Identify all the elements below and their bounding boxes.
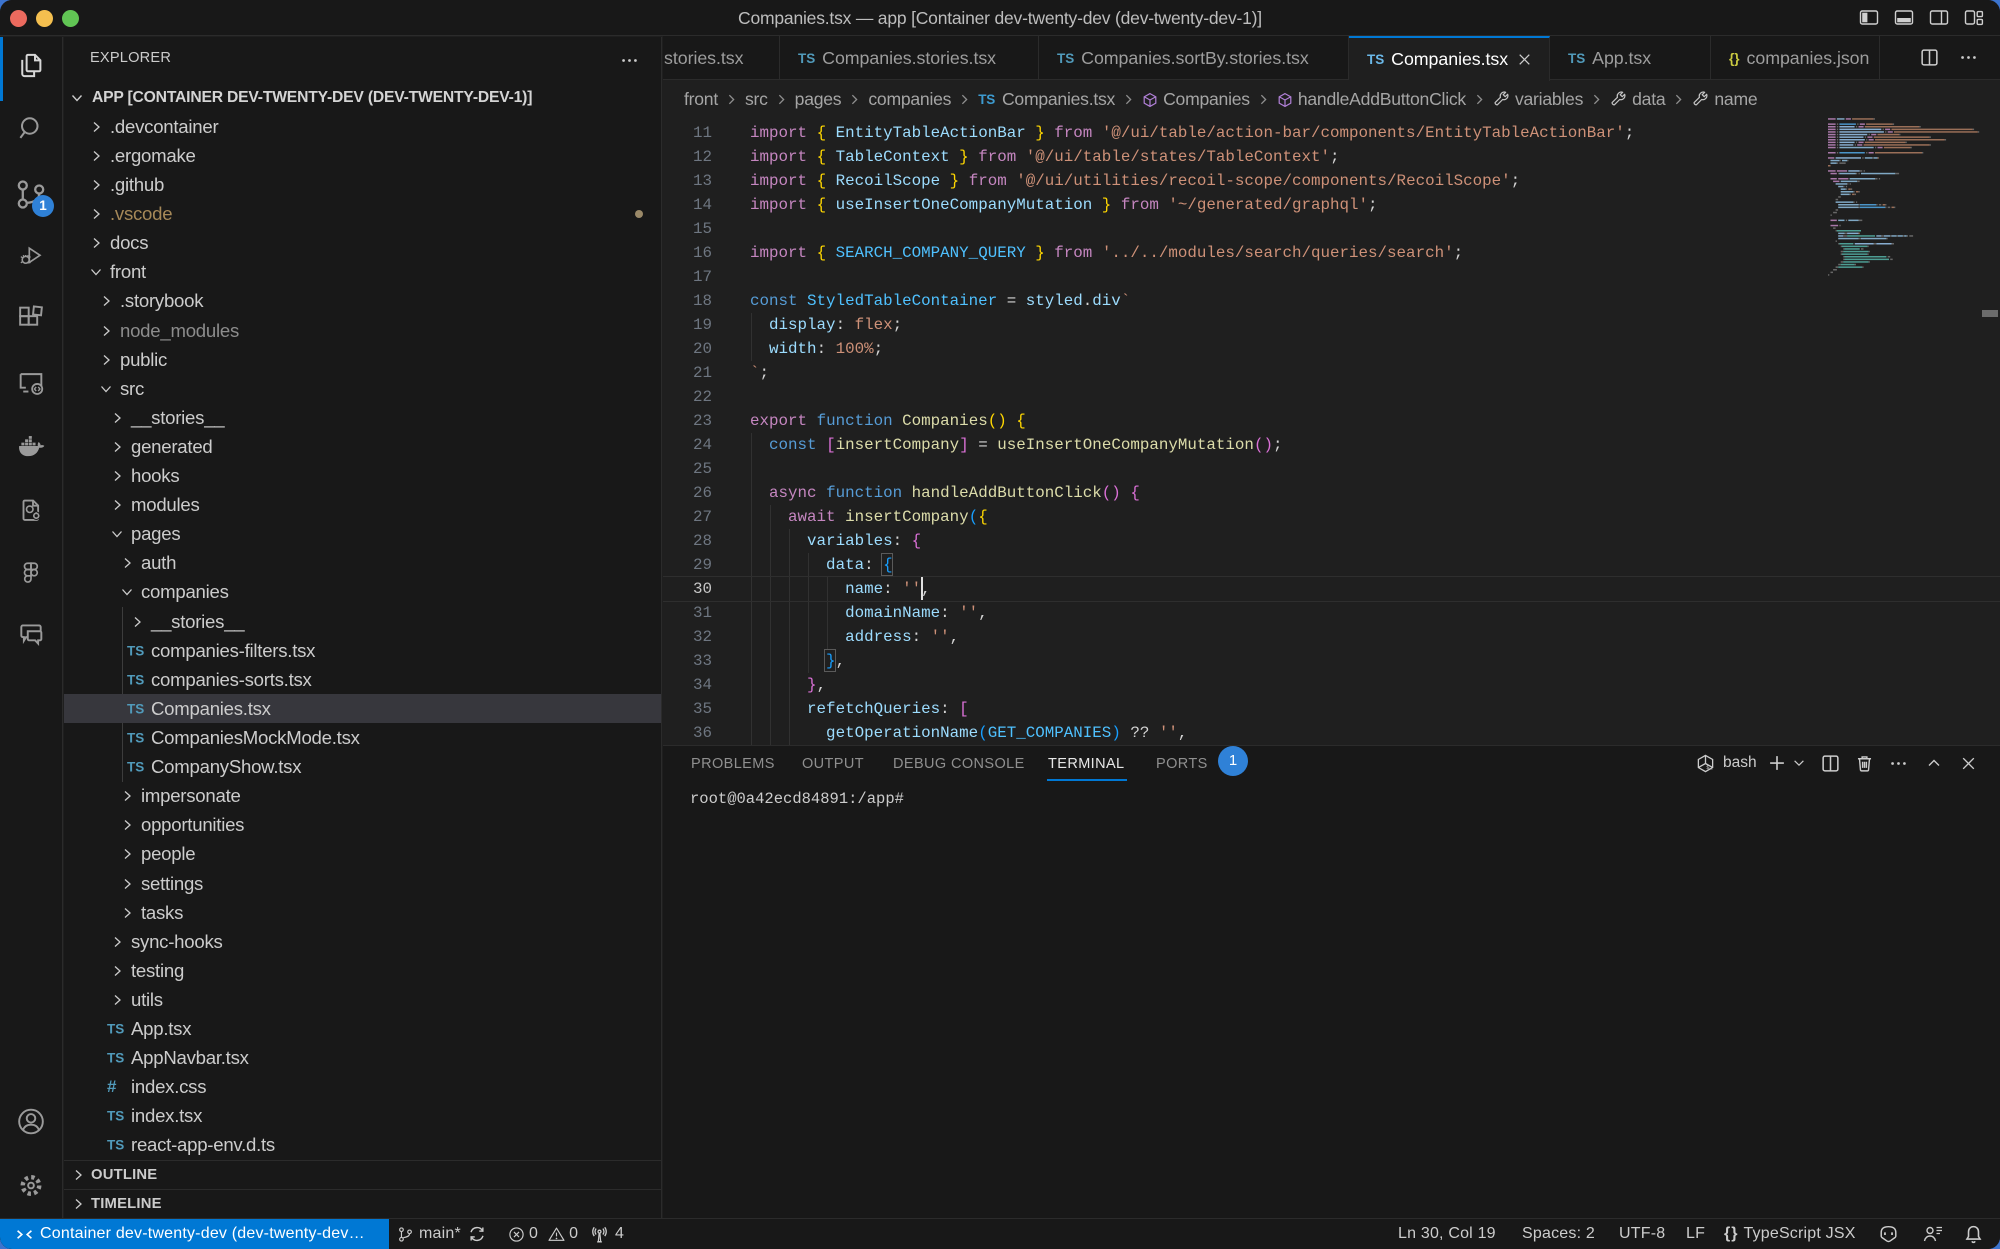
svg-text:$_: $_ [1706,764,1713,770]
